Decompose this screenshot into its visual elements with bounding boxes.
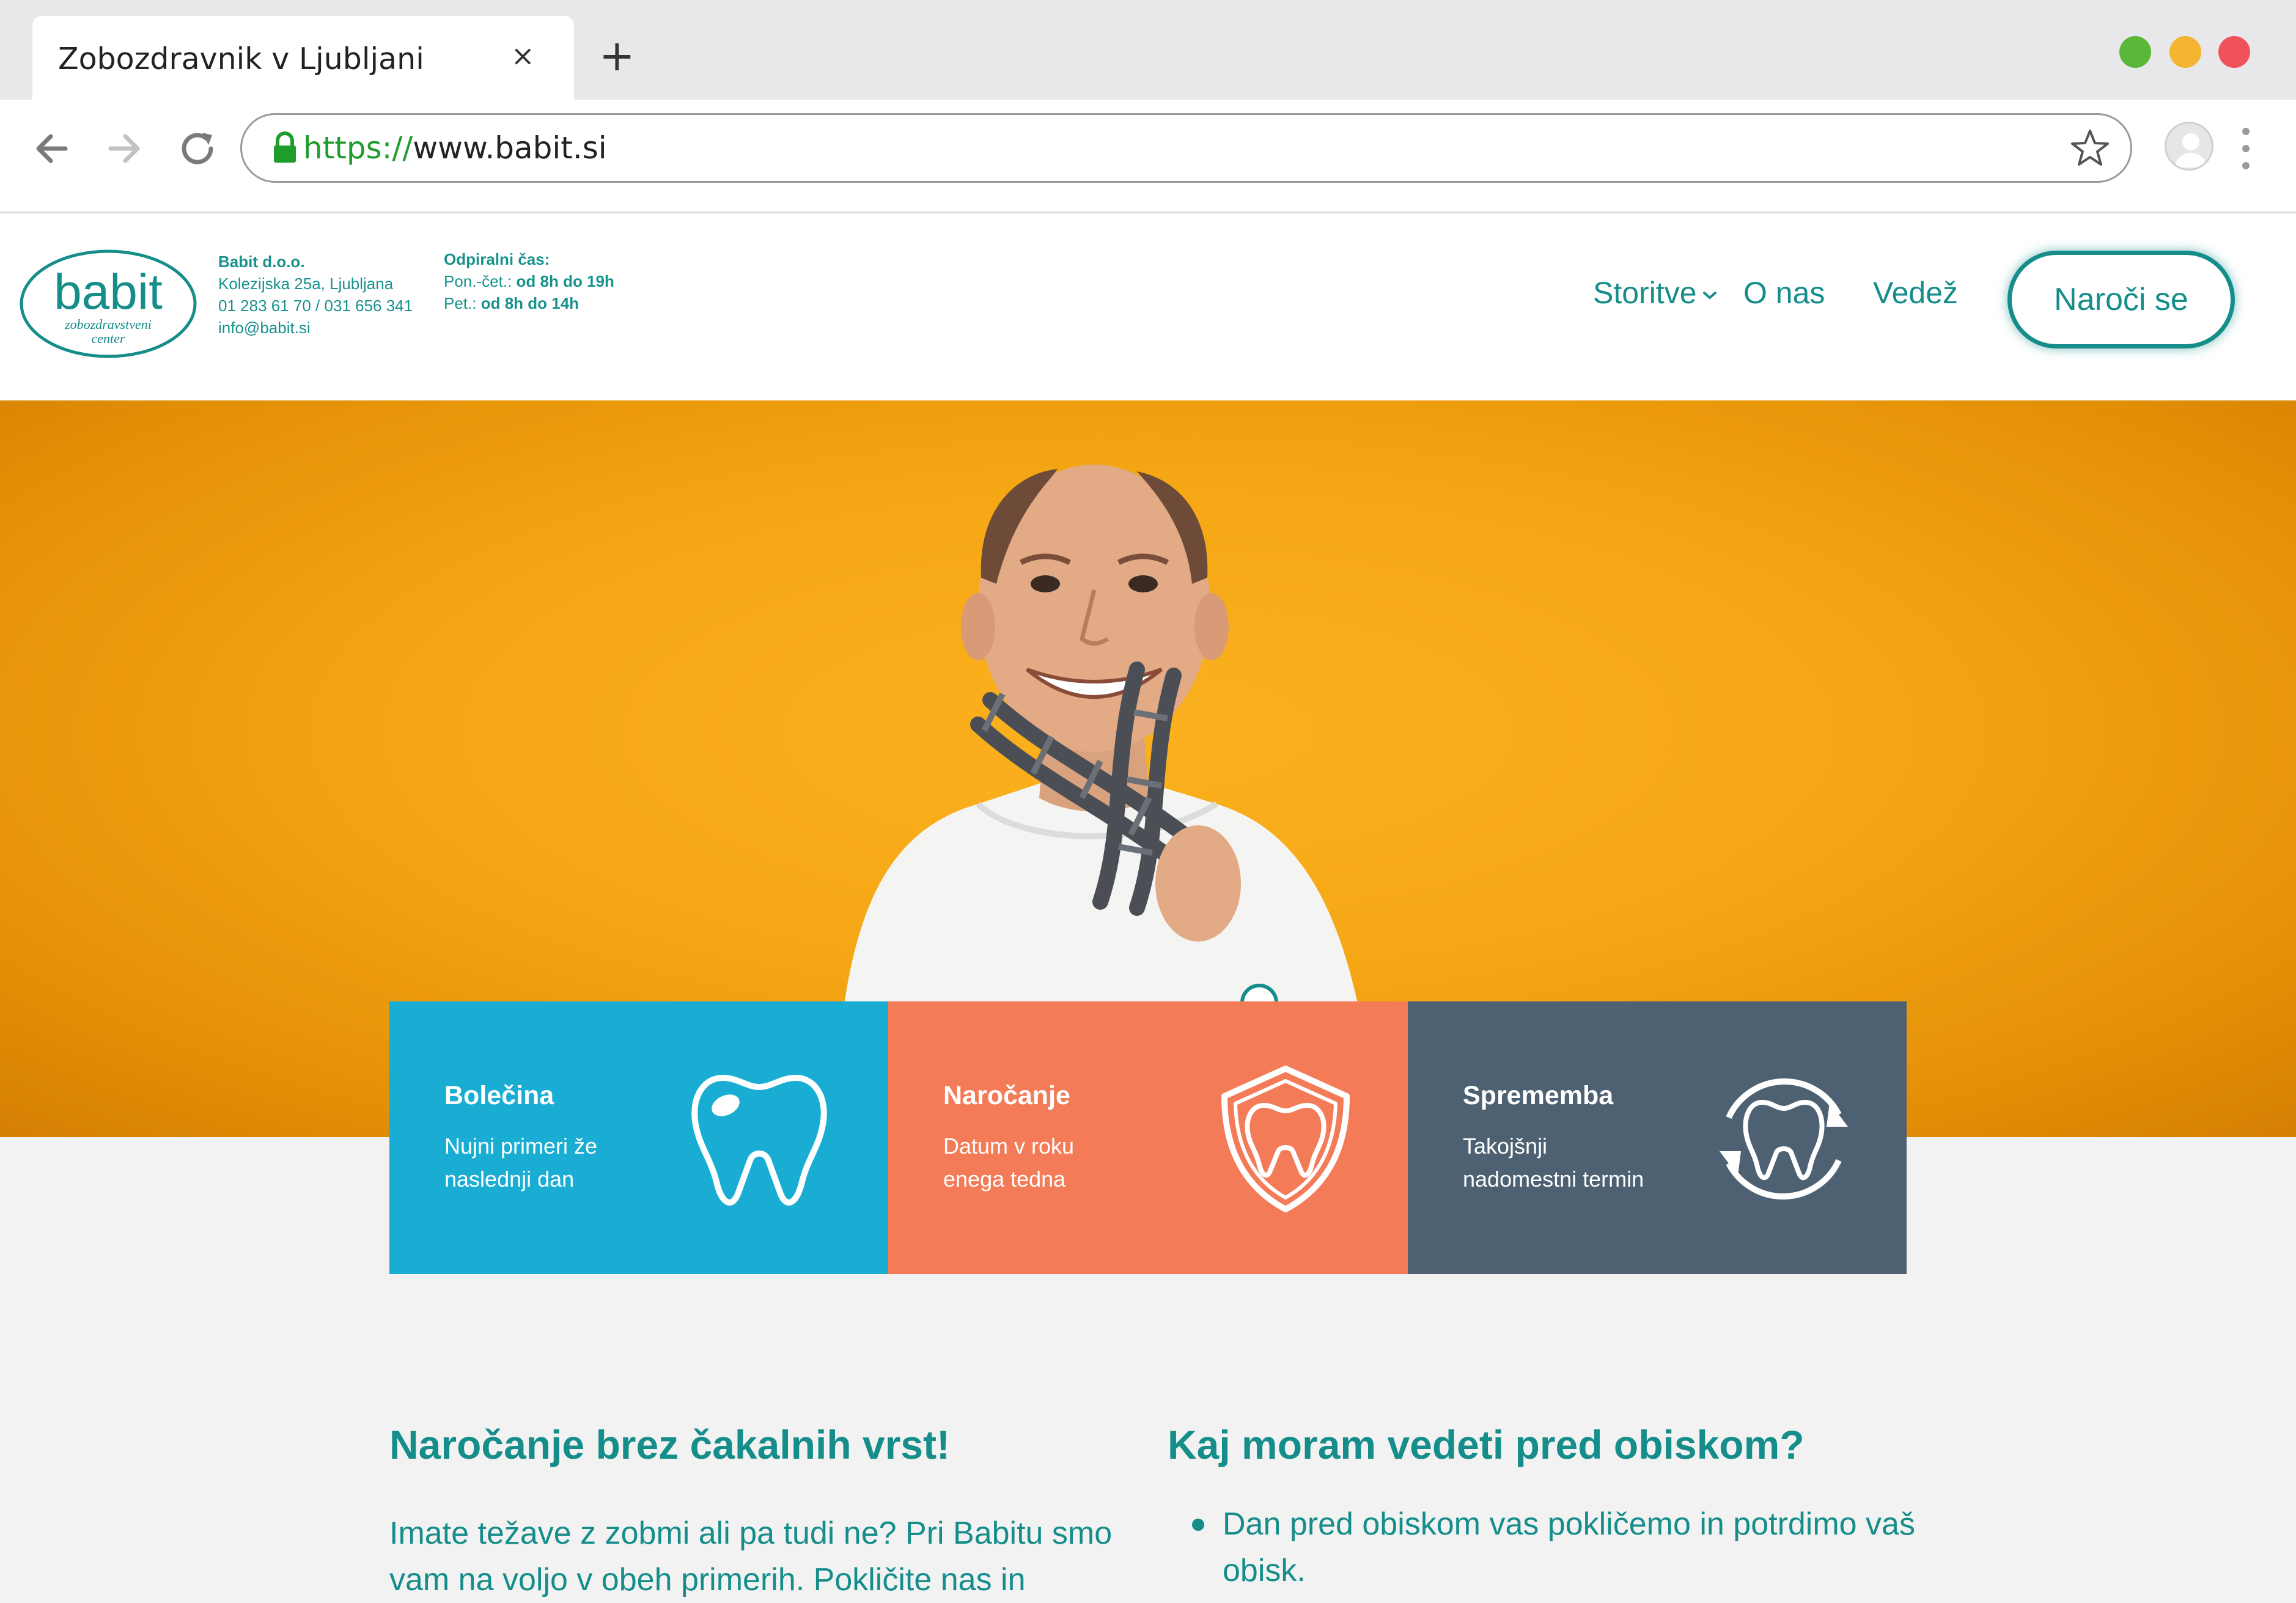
babit-logo[interactable]: babit zobozdravstveni center [18,248,199,361]
hours-friday-label: Pet.: [444,294,477,312]
company-email[interactable]: info@babit.si [218,317,413,339]
nav-about[interactable]: O nas [1743,275,1825,311]
company-name: Babit d.o.o. [218,252,305,271]
profile-avatar-icon[interactable] [2165,122,2213,171]
feature-card-booking[interactable]: Naročanje Datum v roku enega tedna [888,1001,1408,1274]
browser-tab-strip: Zobozdravnik v Ljubljani × + [0,0,2296,101]
card-title: Sprememba [1463,1081,1614,1110]
url-text: https://www.babit.si [303,130,607,166]
address-bar[interactable]: https://www.babit.si [240,113,2132,183]
browser-toolbar: https://www.babit.si [0,100,2296,213]
nav-services-label: Storitve [1593,276,1697,310]
feature-card-pain[interactable]: Bolečina Nujni primeri že naslednji dan [389,1001,888,1274]
book-appointment-button[interactable]: Naroči se [2007,251,2235,348]
window-minimize-button[interactable] [2169,36,2201,68]
nav-knowledge[interactable]: Vedež [1873,275,1958,311]
hours-title: Odpiralni čas: [444,250,550,268]
new-tab-icon[interactable]: + [599,34,635,77]
svg-text:zobozdravstveni: zobozdravstveni [64,317,152,332]
forward-arrow-icon[interactable] [100,124,149,173]
nav-services[interactable]: Storitve [1593,275,1718,311]
hours-friday-value: od 8h do 14h [480,294,580,312]
site-header: babit zobozdravstveni center Babit d.o.o… [0,214,2296,400]
tooth-shield-icon [1221,1066,1350,1212]
hours-weekday-value: od 8h do 19h [516,272,614,290]
feature-card-change[interactable]: Sprememba Takojšnji nadomestni termin [1408,1001,1907,1274]
card-text: Takojšnji nadomestni termin [1463,1133,1644,1192]
window-close-button[interactable] [2218,36,2250,68]
hours-weekday-label: Pon.-čet.: [444,272,512,290]
company-phones[interactable]: 01 283 61 70 / 031 656 341 [218,295,413,317]
svg-text:center: center [92,331,125,346]
opening-hours: Odpiralni čas: Pon.-čet.: od 8h do 19h P… [444,248,614,314]
tooth-icon [691,1075,827,1206]
card-text: Nujni primeri že naslednji dan [444,1133,598,1192]
browser-tab[interactable]: Zobozdravnik v Ljubljani × [32,16,574,101]
bullet-dot [1192,1519,1204,1531]
card-title: Bolečina [444,1081,554,1110]
booking-heading: Naročanje brez čakalnih vrst! [389,1422,951,1467]
browser-menu-icon[interactable] [2240,124,2252,173]
booking-paragraph: Imate težave z zobmi ali pa tudi ne? Pri… [389,1516,1113,1597]
company-address: Kolezijska 25a, Ljubljana [218,275,394,293]
card-text: Datum v roku enega tedna [943,1133,1075,1192]
bookmark-star-icon[interactable] [2068,126,2112,170]
tooth-refresh-icon [1720,1078,1848,1199]
tab-title: Zobozdravnik v Ljubljani [58,42,424,76]
svg-text:babit: babit [54,264,163,320]
before-visit-heading: Kaj moram vedeti pred obiskom? [1168,1422,1805,1467]
reload-icon[interactable] [173,124,222,173]
tab-close-icon[interactable]: × [511,39,535,72]
company-info: Babit d.o.o. Kolezijska 25a, Ljubljana 0… [218,251,413,339]
chevron-down-icon [1702,291,1716,300]
window-maximize-button[interactable] [2119,36,2151,68]
card-title: Naročanje [943,1081,1070,1110]
before-visit-bullet: Dan pred obiskom vas pokličemo in potrdi… [1223,1506,1915,1588]
back-arrow-icon[interactable] [28,124,76,173]
lock-icon [274,131,296,163]
